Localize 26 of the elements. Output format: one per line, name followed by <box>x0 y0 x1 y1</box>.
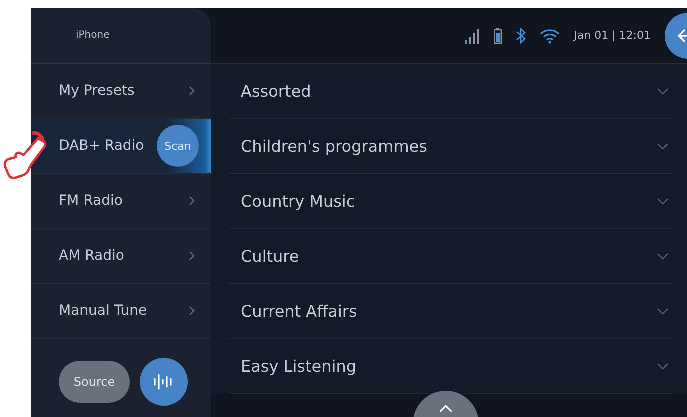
bluetooth-icon <box>516 28 526 44</box>
chevron-right-icon <box>189 86 195 96</box>
genre-row[interactable]: Culture <box>229 229 673 284</box>
chevron-down-icon <box>657 252 669 260</box>
chevron-right-icon <box>189 306 195 316</box>
device-name: iPhone <box>76 30 110 41</box>
chevron-up-icon <box>439 405 453 413</box>
genre-row[interactable]: Country Music <box>229 174 673 229</box>
battery-icon <box>494 28 502 44</box>
chevron-down-icon <box>657 198 669 204</box>
genre-row[interactable]: Assorted <box>229 64 673 119</box>
wifi-icon <box>540 28 560 44</box>
source-button[interactable]: Source <box>59 361 130 403</box>
chevron-down-icon <box>657 362 669 370</box>
chevron-down-icon <box>657 88 669 94</box>
sound-wave-icon <box>153 374 175 390</box>
chevron-right-icon <box>189 251 195 261</box>
signal-icon <box>464 28 480 44</box>
sidebar-item[interactable]: DAB+ Radio Scan <box>31 119 211 174</box>
genre-row[interactable]: Children's programmes <box>229 119 673 174</box>
date-time: Jan 01 | 12:01 <box>574 29 651 42</box>
chevron-down-icon <box>657 308 669 314</box>
chevron-right-icon <box>189 196 195 206</box>
chevron-down-icon <box>657 142 669 150</box>
genre-row[interactable]: Current Affairs <box>229 284 673 339</box>
voice-button[interactable] <box>140 358 188 406</box>
